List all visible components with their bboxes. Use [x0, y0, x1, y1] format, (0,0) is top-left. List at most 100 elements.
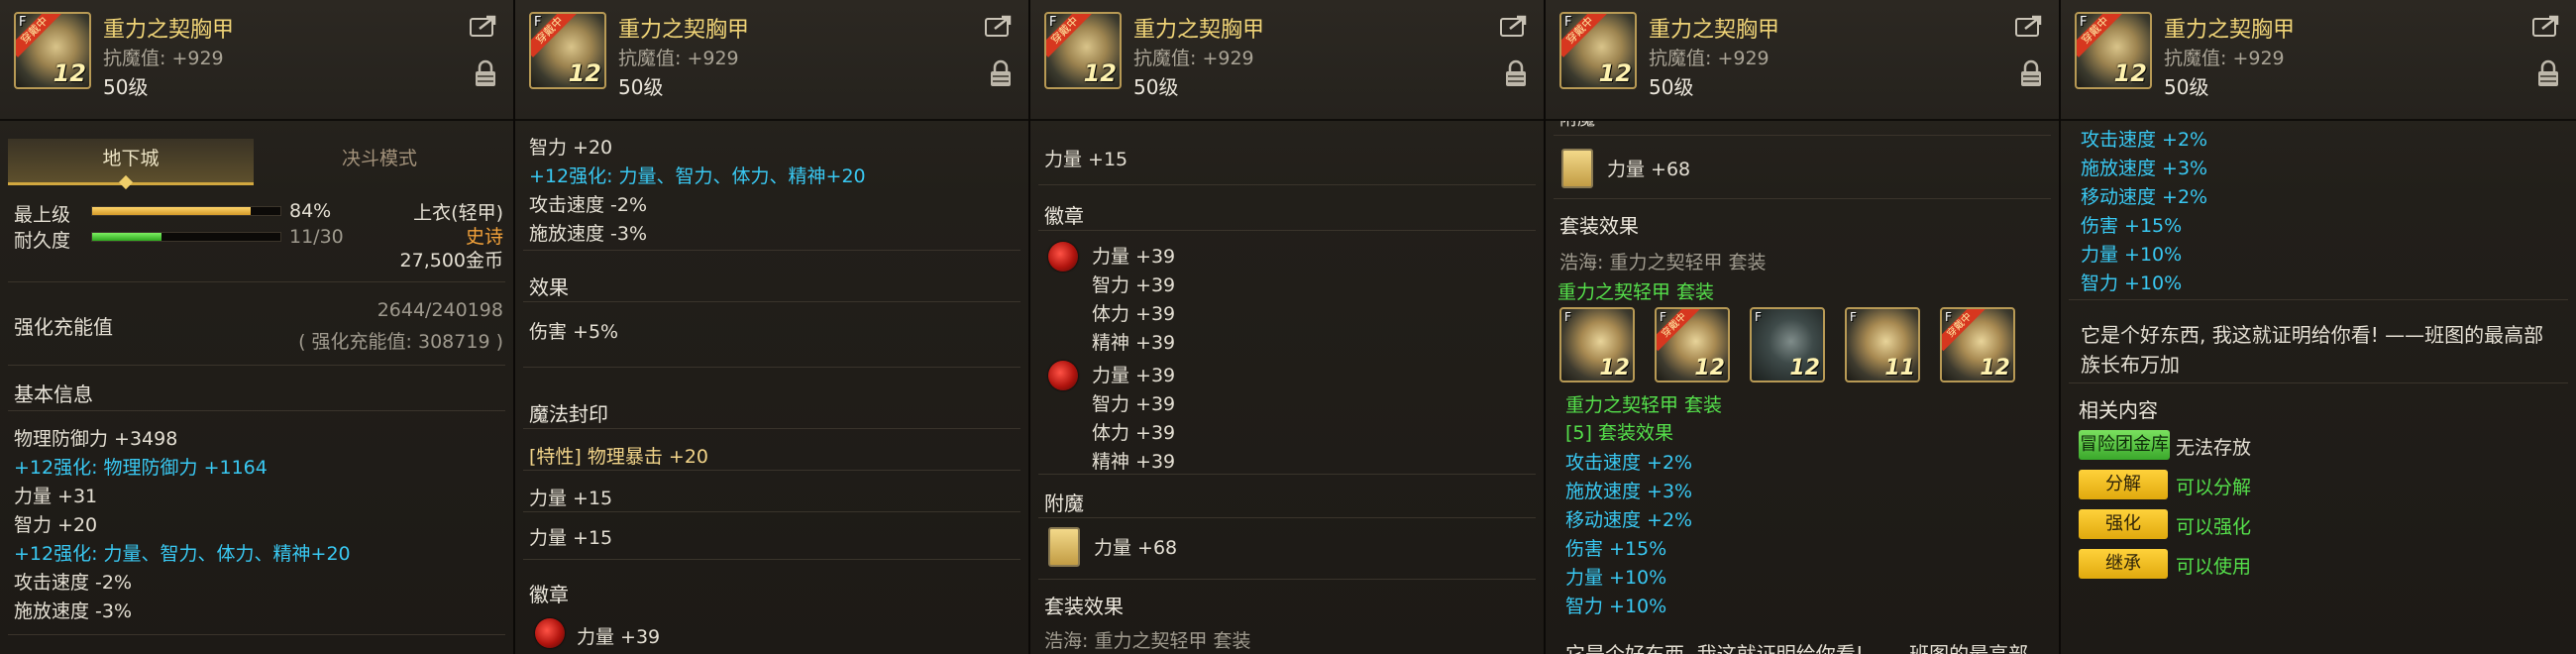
share-icon[interactable] [2532, 14, 2562, 38]
durability-label: 耐久度 [14, 230, 71, 252]
magic-resist: 抗魔值: +929 [1133, 48, 1254, 69]
stat-line: +12强化: 物理防御力 +1164 [14, 457, 268, 479]
set-sub: 重力之契轻甲 套装 [1565, 394, 1723, 416]
set-bonus-line: 伤害 +15% [2081, 215, 2183, 237]
reinforce-level: 12 [1789, 356, 1820, 381]
flavor-quote-line-1: 它是个好东西, 我这就证明给你看! ——班图的最高部 [2081, 323, 2544, 347]
set-piece-icon[interactable]: F 12 [1559, 307, 1635, 382]
section-enchant: 附魔 [1044, 491, 1084, 515]
related-tag-3[interactable]: 继承 [2079, 549, 2168, 579]
icon-grade-letter: F [2080, 15, 2088, 30]
item-icon: 穿戴中 F 12 [529, 12, 606, 89]
top-grade-label: 最上级 [14, 204, 71, 226]
item-tooltip-panel-5: 穿戴中 F 12 重力之契胸甲 抗魔值: +929 50级 它是个好东西, 我这… [2061, 0, 2576, 654]
related-tag-1[interactable]: 分解 [2079, 470, 2168, 499]
lock-icon[interactable] [474, 59, 497, 87]
item-icon: 穿戴中 F 12 [2075, 12, 2152, 89]
share-icon[interactable] [1500, 14, 1530, 38]
tab-pvp[interactable]: 决斗模式 [256, 139, 503, 182]
red-emblem-icon [1048, 242, 1078, 272]
section-effect: 效果 [529, 275, 569, 299]
item-icon: 穿戴中 F 12 [14, 12, 91, 89]
item-name: 重力之契胸甲 [618, 18, 750, 43]
emblem-stat-line: 体力 +39 [1092, 303, 1176, 325]
related-text: 可以强化 [2176, 516, 2252, 538]
set-piece-icon[interactable]: F 穿戴中 12 [1940, 307, 2015, 382]
icon-grade-letter: F [1564, 310, 1571, 324]
item-tooltip-panel-2: 穿戴中 F 12 重力之契胸甲 抗魔值: +929 50级 效果 伤害 +5% … [515, 0, 1030, 654]
icon-grade-letter: F [1564, 15, 1572, 30]
magic-resist: 抗魔值: +929 [2164, 48, 2285, 69]
divider [1038, 579, 1536, 580]
divider [523, 250, 1020, 251]
divider [2069, 382, 2568, 383]
item-icon: 穿戴中 F 12 [1559, 12, 1637, 89]
top-grade-bar [91, 206, 281, 216]
share-icon[interactable] [2015, 14, 2045, 38]
item-name: 重力之契胸甲 [2164, 18, 2296, 43]
lock-icon[interactable] [989, 59, 1013, 87]
charge-sub: ( 强化充能值: 308719 ) [298, 331, 503, 353]
item-name: 重力之契胸甲 [103, 18, 235, 43]
item-tooltip-panel-4: 附魔 穿戴中 F 12 重力之契胸甲 抗魔值: +929 50级 力量 +68 … [1546, 0, 2061, 654]
emblem-stat-line: 智力 +39 [1092, 393, 1176, 415]
share-icon[interactable] [470, 14, 499, 38]
top-grade-pct: 84% [289, 200, 332, 222]
stat-line: 物理防御力 +3498 [14, 428, 178, 450]
set-piece-icon[interactable]: F 11 [1845, 307, 1920, 382]
stat-line: 攻击速度 -2% [529, 194, 648, 216]
set-bonus-line: 移动速度 +2% [1565, 509, 1693, 531]
set-bonus-line: 力量 +10% [2081, 244, 2183, 266]
rarity: 史诗 [465, 226, 503, 248]
emblem-stat-line: 精神 +39 [1092, 332, 1176, 354]
section-emblem: 徽章 [1044, 204, 1084, 228]
divider [8, 365, 505, 366]
reinforce-level: 12 [1599, 356, 1630, 381]
stat-line: 施放速度 -3% [529, 223, 648, 245]
set-piece-icon[interactable]: F 穿戴中 12 [1655, 307, 1730, 382]
section-related: 相关内容 [2079, 398, 2158, 422]
set-piece-icon[interactable]: F 12 [1750, 307, 1825, 382]
divider [523, 367, 1020, 368]
effect-line: 伤害 +5% [529, 321, 619, 343]
section-set-effect: 套装效果 [1559, 214, 1639, 238]
lock-icon[interactable] [1504, 59, 1528, 87]
set-bonus-line: 智力 +10% [2081, 272, 2183, 294]
divider [1038, 184, 1536, 185]
stat-line: +12强化: 力量、智力、体力、精神+20 [529, 165, 866, 187]
reinforce-level: 12 [2113, 59, 2147, 87]
quote-partial: 它是个好东西, 我这就证明给你看! ——班图的最高部 [1565, 642, 2029, 654]
section-magic-seal: 魔法封印 [529, 402, 608, 426]
emblem-stat-line: 力量 +39 [1092, 365, 1176, 386]
lock-icon[interactable] [2536, 59, 2560, 87]
section-emblem: 徽章 [529, 583, 569, 606]
tab-dungeon[interactable]: 地下城 [8, 139, 254, 185]
item-header: 穿戴中 F 12 重力之契胸甲 抗魔值: +929 50级 [1546, 0, 2059, 121]
icon-grade-letter: F [1945, 310, 1952, 324]
enchant-card-icon [1561, 149, 1593, 188]
item-header: 穿戴中 F 12 重力之契胸甲 抗魔值: +929 50级 [2061, 0, 2576, 121]
item-tooltip-panel-3: 穿戴中 F 12 重力之契胸甲 抗魔值: +929 50级 力量 +15 徽章 … [1030, 0, 1546, 654]
related-tag-2[interactable]: 强化 [2079, 509, 2168, 539]
related-text: 可以分解 [2176, 477, 2252, 498]
stat-line: 攻击速度 -2% [14, 572, 133, 594]
share-icon[interactable] [985, 14, 1015, 38]
lock-icon[interactable] [2019, 59, 2043, 87]
reinforce-level: 12 [1598, 59, 1632, 87]
magic-resist: 抗魔值: +929 [103, 48, 224, 69]
icon-grade-letter: F [1660, 310, 1666, 324]
icon-grade-letter: F [1049, 15, 1057, 30]
divider [8, 410, 505, 411]
divider [1554, 135, 2051, 136]
item-tooltip-panel-1: 穿戴中 F 12 重力之契胸甲 抗魔值: +929 50级 地下城 决斗模式 最… [0, 0, 515, 654]
seal-str-2: 力量 +15 [529, 527, 613, 549]
reinforce-level: 11 [1884, 356, 1915, 381]
divider [523, 428, 1020, 429]
emblem-stat-line: 精神 +39 [1092, 451, 1176, 473]
emblem-stat-line: 智力 +39 [1092, 274, 1176, 296]
reinforce-level: 12 [568, 59, 601, 87]
related-tag-0[interactable]: 冒险团金库 [2079, 430, 2170, 460]
divider [1038, 517, 1536, 518]
stat-line: +12强化: 力量、智力、体力、精神+20 [14, 543, 351, 565]
reinforce-level: 12 [1980, 356, 2010, 381]
